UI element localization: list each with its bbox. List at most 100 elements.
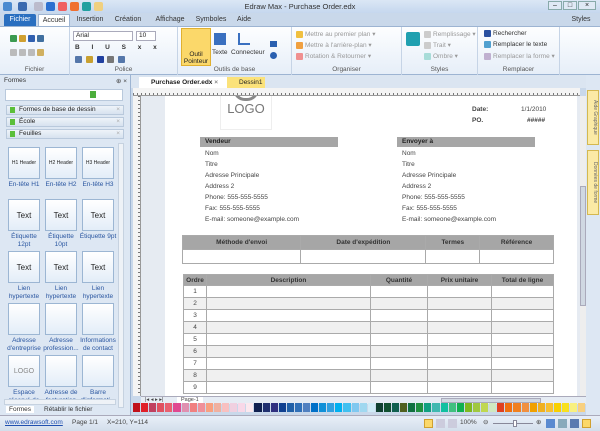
line-color-icon[interactable]	[582, 419, 591, 428]
color-swatch[interactable]	[302, 403, 311, 412]
save-icon[interactable]	[28, 35, 35, 42]
color-swatch[interactable]	[440, 403, 448, 412]
table-cell[interactable]	[427, 369, 492, 382]
color-swatch[interactable]	[456, 403, 464, 412]
table-cell[interactable]	[491, 357, 554, 370]
table-cell[interactable]	[491, 345, 554, 358]
ship-to-line[interactable]: Nom	[402, 150, 416, 157]
color-swatch[interactable]	[367, 403, 375, 412]
text-tool-button[interactable]: Texte	[212, 49, 228, 56]
logo-placeholder[interactable]: LOGO	[220, 96, 272, 130]
fit-page-icon[interactable]	[546, 419, 555, 428]
vendor-line[interactable]: E-mail: someone@example.com	[205, 216, 299, 223]
cut-icon[interactable]	[10, 49, 17, 56]
shape-thumbnail[interactable]: LOGO	[8, 355, 40, 387]
minimize-button[interactable]: –	[548, 1, 562, 10]
table-cell[interactable]	[491, 333, 554, 346]
shape-thumbnail[interactable]: H1 Header	[8, 147, 40, 179]
table-cell[interactable]	[370, 321, 428, 334]
color-swatch[interactable]	[359, 403, 367, 412]
vendor-line[interactable]: Address 2	[205, 183, 234, 190]
shapes-scrollbar[interactable]	[118, 143, 124, 408]
table-cell[interactable]	[370, 333, 428, 346]
color-swatch[interactable]	[529, 403, 537, 412]
color-swatch[interactable]	[505, 403, 513, 412]
shape-thumbnail[interactable]: H3 Header	[82, 147, 114, 179]
color-swatch[interactable]	[286, 403, 294, 412]
table-cell[interactable]	[370, 309, 428, 322]
tab-symboles[interactable]: Symboles	[194, 14, 228, 26]
color-swatch[interactable]	[432, 403, 440, 412]
vendor-line[interactable]: Titre	[205, 161, 218, 168]
color-swatch[interactable]	[133, 403, 141, 412]
color-swatch[interactable]	[141, 403, 149, 412]
table-cell[interactable]	[206, 345, 371, 358]
table-cell[interactable]	[491, 309, 554, 322]
line-button[interactable]: Trait ▾	[424, 41, 451, 49]
vendor-line[interactable]: Phone: 555-555-5555	[205, 194, 268, 201]
color-swatch[interactable]	[383, 403, 391, 412]
shape-thumbnail[interactable]	[45, 303, 77, 335]
vendor-line[interactable]: Adresse Principale	[205, 172, 259, 179]
paste-icon[interactable]	[28, 49, 35, 56]
table-cell[interactable]	[427, 309, 492, 322]
ship-to-line[interactable]: Titre	[402, 161, 415, 168]
replace-shape-button[interactable]: Remplacer la forme ▾	[484, 52, 555, 60]
color-swatch[interactable]	[481, 403, 489, 412]
shape-thumbnail[interactable]: Text	[8, 251, 40, 283]
color-swatch[interactable]	[270, 403, 278, 412]
tab-retablir-fichier[interactable]: Rétablir le fichier	[44, 406, 92, 413]
library-search-input[interactable]	[5, 89, 123, 101]
color-swatch[interactable]	[570, 403, 578, 412]
table-cell[interactable]	[427, 297, 492, 310]
color-swatch[interactable]	[238, 403, 246, 412]
open-icon[interactable]	[19, 35, 26, 42]
styles-menu[interactable]: Styles	[566, 14, 596, 26]
website-link[interactable]: www.edrawsoft.com	[5, 419, 63, 426]
color-swatch[interactable]	[513, 403, 521, 412]
color-swatch[interactable]	[424, 403, 432, 412]
fill-button[interactable]: Remplissage ▾	[424, 30, 476, 38]
color-swatch[interactable]	[205, 403, 213, 412]
table-cell[interactable]	[479, 249, 554, 264]
color-swatch[interactable]	[278, 403, 286, 412]
color-swatch[interactable]	[400, 403, 408, 412]
close-tab-icon[interactable]: ×	[214, 79, 218, 86]
category-basic-shapes[interactable]: Formes de base de dessin	[6, 105, 124, 115]
table-cell[interactable]	[206, 297, 371, 310]
new-icon[interactable]	[10, 35, 17, 42]
copy-icon[interactable]	[19, 49, 26, 56]
color-swatch[interactable]	[416, 403, 424, 412]
font-style-buttons[interactable]: B I U S x x	[75, 44, 162, 51]
category-ecole[interactable]: École	[6, 117, 124, 127]
tab-aide-graphique[interactable]: Aide Graphique	[587, 90, 599, 145]
vendor-line[interactable]: Fax: 555-555-5555	[205, 205, 260, 212]
search-button[interactable]: Rechercher	[484, 30, 527, 37]
rectangle-icon[interactable]	[270, 41, 277, 47]
table-cell[interactable]	[427, 381, 492, 394]
color-swatch[interactable]	[537, 403, 545, 412]
fill-color-icon[interactable]	[570, 419, 579, 428]
shape-thumbnail[interactable]	[8, 303, 40, 335]
table-cell[interactable]	[491, 381, 554, 394]
color-swatch[interactable]	[189, 403, 197, 412]
tab-donnees-de-forme[interactable]: Données de forme	[587, 150, 599, 215]
color-swatch[interactable]	[165, 403, 173, 412]
color-swatch[interactable]	[319, 403, 327, 412]
ship-to-line[interactable]: E-mail: someone@example.com	[402, 216, 496, 223]
panel-close-icon[interactable]: ⊕ ×	[116, 77, 127, 85]
normal-view-icon[interactable]	[424, 419, 433, 428]
shapes-hscrollbar[interactable]	[4, 399, 116, 405]
table-cell[interactable]	[206, 321, 371, 334]
color-swatch[interactable]	[343, 403, 351, 412]
table-cell[interactable]	[370, 381, 428, 394]
color-swatch[interactable]	[311, 403, 319, 412]
shape-thumbnail[interactable]	[45, 355, 77, 387]
color-swatch[interactable]	[157, 403, 165, 412]
table-cell[interactable]	[181, 249, 302, 264]
replace-text-button[interactable]: Remplacer le texte	[484, 41, 547, 48]
table-cell[interactable]	[370, 369, 428, 382]
table-cell[interactable]	[206, 357, 371, 370]
shape-thumbnail[interactable]: Text	[45, 199, 77, 231]
zoom-out-button[interactable]: ⊖	[483, 418, 488, 426]
